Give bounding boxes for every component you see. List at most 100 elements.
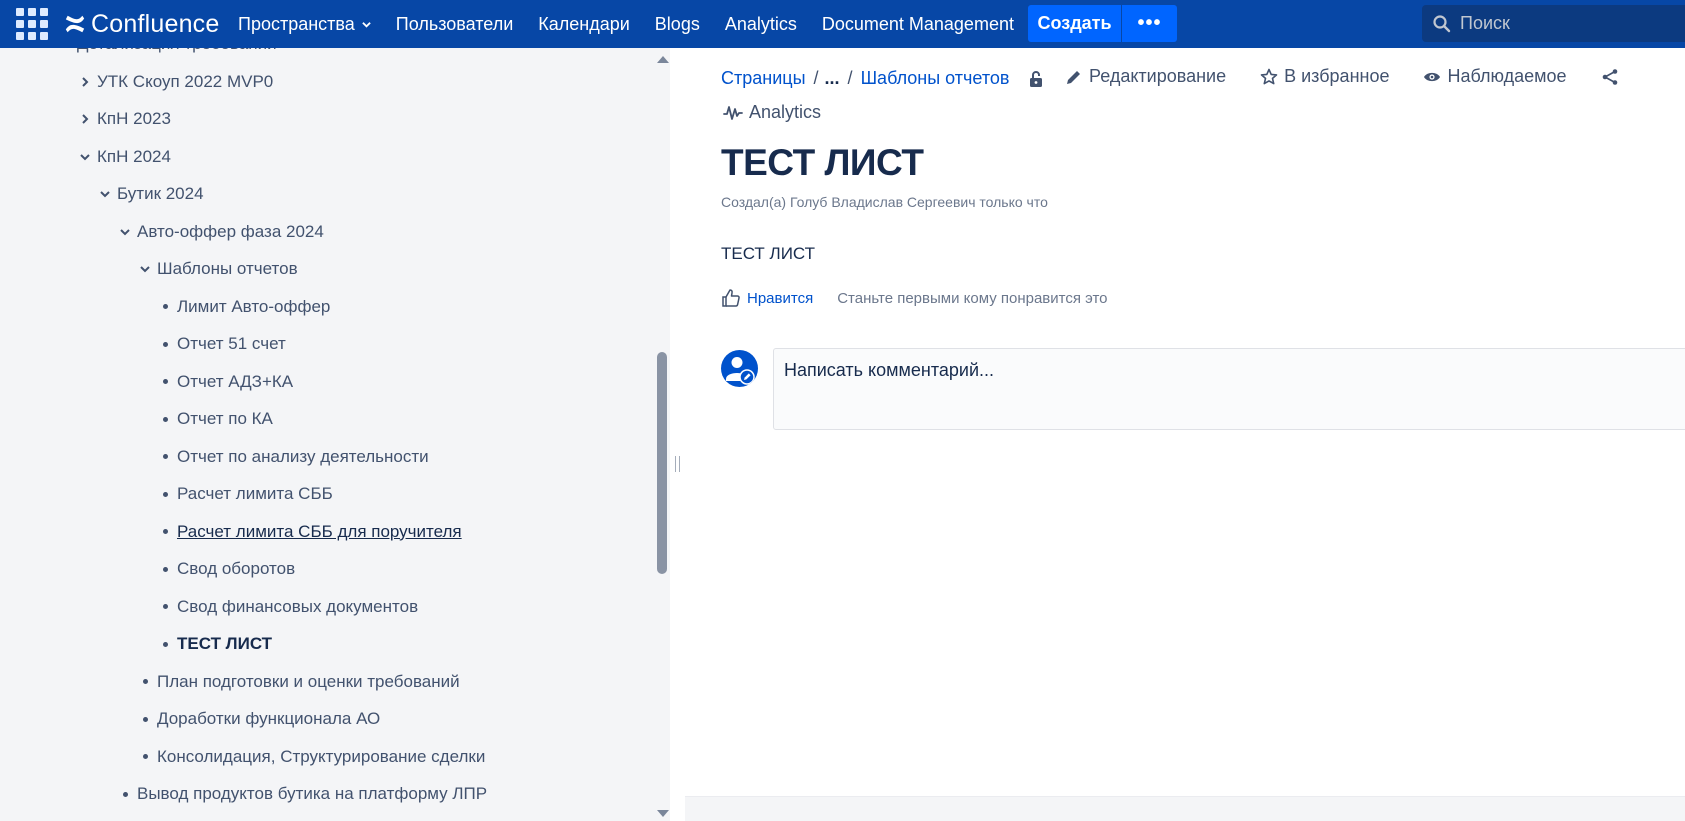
sidebar-tree-item-label: Детализация требований <box>77 48 277 54</box>
more-create-button[interactable]: ••• <box>1122 5 1177 42</box>
create-button[interactable]: Создать <box>1028 5 1121 42</box>
sidebar-tree-item[interactable]: Отчет по КА <box>155 404 273 434</box>
sidebar-tree-item-label: Свод оборотов <box>177 559 296 578</box>
search-input[interactable] <box>1460 13 1660 34</box>
sidebar-tree-item[interactable]: Бутик 2024 <box>95 179 204 209</box>
bullet-icon <box>155 604 175 609</box>
sidebar-tree-item-label: Вывод продуктов бутика на платформу ЛПР <box>137 784 488 803</box>
sidebar-tree-item-label: Отчет 51 счет <box>177 334 286 353</box>
edit-button[interactable]: Редактирование <box>1065 66 1226 87</box>
sidebar-tree-item-label: ТЕСТ ЛИСТ <box>177 634 273 653</box>
chevron-right-icon[interactable] <box>75 109 95 129</box>
eye-icon <box>1424 72 1441 81</box>
sidebar-tree-item[interactable]: УТК Скоуп 2022 MVP0 <box>75 67 273 97</box>
nav-item-people[interactable]: Пользователи <box>396 14 513 35</box>
sidebar-tree-item[interactable]: Отчет по анализу деятельности <box>155 442 429 472</box>
like-hint-text: Станьте первыми кому понравится это <box>837 289 1108 307</box>
breadcrumb-separator: / <box>847 68 853 88</box>
bullet-icon <box>135 716 155 722</box>
sidebar-tree-item[interactable]: План подготовки и оценки требований <box>135 667 460 697</box>
nav-item-document-management[interactable]: Document Management <box>822 14 1014 35</box>
bullet-icon <box>155 641 175 647</box>
sidebar-tree-item[interactable]: Авто-оффер фаза 2024 <box>115 217 324 247</box>
like-button[interactable]: Нравится <box>721 288 813 308</box>
top-navigation: Confluence Пространства Пользователи Кал… <box>0 0 1685 48</box>
chevron-down-icon[interactable] <box>95 184 115 204</box>
breadcrumb-ellipsis[interactable]: ... <box>825 68 840 89</box>
scroll-down-arrow-icon[interactable] <box>657 810 669 817</box>
nav-menu: Пространства Пользователи Календари Blog… <box>238 0 1039 48</box>
nav-item-label: Document Management <box>821 13 1014 34</box>
sidebar-resize-handle[interactable] <box>670 48 685 821</box>
scroll-up-arrow-icon[interactable] <box>657 56 669 63</box>
sidebar-tree-item[interactable]: Доработки функционала АО <box>135 704 380 734</box>
bullet-icon <box>155 566 175 572</box>
like-label: Нравится <box>747 289 814 307</box>
page-body-text: ТЕСТ ЛИСТ <box>721 244 816 263</box>
star-icon <box>1260 68 1278 84</box>
page-byline: Создал(а) Голуб Владислав Сергеевич толь… <box>721 194 1048 210</box>
byline-author-link[interactable]: Голуб Владислав Сергеевич <box>790 194 976 210</box>
chevron-down-icon[interactable] <box>135 259 155 279</box>
share-icon[interactable] <box>1601 68 1619 86</box>
breadcrumb-pages-link[interactable]: Страницы <box>721 68 806 89</box>
edit-label: Редактирование <box>1089 66 1227 86</box>
sidebar-scrollbar[interactable] <box>654 48 670 821</box>
sidebar-tree-item-label: КпН 2023 <box>97 109 171 128</box>
sidebar-tree-item[interactable]: Детализация требований <box>55 48 277 59</box>
bullet-icon <box>155 341 175 347</box>
chevron-right-icon[interactable] <box>75 72 95 92</box>
analytics-link[interactable]: Analytics <box>723 102 821 123</box>
comment-input[interactable]: Написать комментарий... <box>773 348 1685 430</box>
sidebar-tree-item-label: Доработки функционала АО <box>157 709 381 728</box>
thumbs-up-icon <box>722 289 740 307</box>
scrollbar-thumb[interactable] <box>657 352 667 574</box>
search-icon <box>1433 14 1451 32</box>
breadcrumb-parent-link[interactable]: Шаблоны отчетов <box>861 68 1010 89</box>
nav-item-blogs[interactable]: Blogs <box>655 14 700 35</box>
sidebar-tree-item-label: Отчет по КА <box>177 409 273 428</box>
sidebar-tree-item-label: Авто-оффер фаза 2024 <box>137 221 324 241</box>
sidebar-tree-item-label: Расчет лимита СББ <box>177 484 333 503</box>
bullet-icon <box>155 529 175 534</box>
sidebar-tree-item[interactable]: Отчет АДЗ+КА <box>155 367 293 397</box>
sidebar-tree-item[interactable]: Лимит Авто-оффер <box>155 292 330 322</box>
confluence-logo[interactable]: Confluence <box>64 8 219 40</box>
sidebar-tree-item-label: УТК Скоуп 2022 MVP0 <box>97 71 274 91</box>
chevron-down-icon[interactable] <box>115 222 135 242</box>
favorite-button[interactable]: В избранное <box>1260 66 1389 87</box>
page-content: Страницы / ... / Шаблоны отчетов Редакти… <box>685 48 1685 821</box>
sidebar-tree-item[interactable]: Консолидация, Структурирование сделки <box>135 742 485 772</box>
watch-button[interactable]: Наблюдаемое <box>1423 66 1567 87</box>
byline-time: только что <box>979 194 1048 210</box>
app-switcher-icon[interactable] <box>16 8 48 40</box>
sidebar-tree-item-label: КпН 2024 <box>97 146 171 166</box>
sidebar-tree-item[interactable]: Расчет лимита СББ <box>155 479 333 509</box>
chevron-down-icon[interactable] <box>75 147 95 167</box>
sidebar-tree-item[interactable]: Свод оборотов <box>155 554 295 584</box>
page-title: ТЕСТ ЛИСТ <box>721 142 924 183</box>
byline-prefix: Создал(а) <box>721 194 787 210</box>
sidebar-tree-item[interactable]: КпН 2023 <box>75 104 171 134</box>
nav-item-spaces[interactable]: Пространства <box>238 14 371 35</box>
analytics-label: Analytics <box>749 102 822 122</box>
search-box[interactable] <box>1422 5 1685 42</box>
nav-item-calendars[interactable]: Календари <box>538 14 630 35</box>
sidebar-tree-item[interactable]: Расчет лимита СББ для поручителя <box>155 517 462 547</box>
sidebar-tree-item[interactable]: Шаблоны отчетов <box>135 254 298 284</box>
unlocked-icon[interactable] <box>1027 70 1045 88</box>
sidebar-tree-item[interactable]: ТЕСТ ЛИСТ <box>155 629 272 659</box>
sidebar-tree-item[interactable]: Отчет 51 счет <box>155 329 286 359</box>
sidebar-tree-item[interactable]: Вывод продуктов бутика на платформу ЛПР <box>115 779 487 809</box>
sidebar-tree-item[interactable]: Свод финансовых документов <box>155 592 418 622</box>
sidebar-tree-item-label: Расчет лимита СББ для поручителя <box>177 521 462 541</box>
logo-text: Confluence <box>91 9 220 38</box>
nav-item-analytics[interactable]: Analytics <box>725 14 797 35</box>
chevron-down-icon[interactable] <box>55 48 75 54</box>
sidebar-tree-item-label: Шаблоны отчетов <box>157 259 298 278</box>
bullet-icon <box>155 416 175 422</box>
sidebar-tree-item[interactable]: КпН 2024 <box>75 142 171 172</box>
bullet-icon <box>155 379 175 384</box>
breadcrumb: Страницы / ... / Шаблоны отчетов <box>721 68 1045 89</box>
bullet-icon <box>135 679 155 684</box>
